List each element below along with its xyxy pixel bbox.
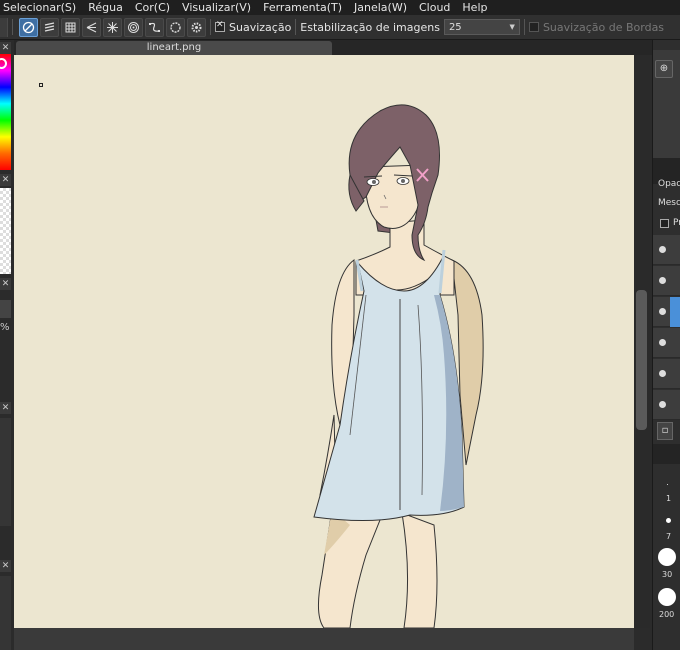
close-icon[interactable]: ✕ <box>0 42 11 54</box>
brush-size-cell[interactable]: 30 <box>653 544 680 582</box>
eye-icon[interactable] <box>659 277 666 284</box>
document-tab[interactable]: lineart.png <box>16 41 332 55</box>
menu-ruler[interactable]: Régua <box>82 0 129 15</box>
stabilization-value: 25 <box>448 21 462 33</box>
selected-layer-highlight <box>670 297 680 327</box>
edge-smoothing-label: Suavização de Bordas <box>542 20 665 34</box>
smoothing-checkbox[interactable] <box>215 20 225 32</box>
color-wheel[interactable] <box>0 54 11 170</box>
grid-icon[interactable] <box>61 17 80 37</box>
perspective-icon[interactable] <box>82 17 101 37</box>
smoothing-label: Suavização <box>229 20 292 34</box>
ruler-off-icon[interactable] <box>19 17 38 37</box>
eye-icon[interactable] <box>659 246 666 253</box>
illustration <box>313 104 484 628</box>
brush-size-label: 1 <box>666 494 672 503</box>
zoom-icon[interactable]: ⊕ <box>655 60 673 78</box>
brush-size-label: 30 <box>662 570 673 579</box>
circle-icon[interactable] <box>166 17 185 37</box>
right-panel-strip: ⊕ Opacid Mescla Pr ▫ 1 7 30 200 <box>652 40 680 650</box>
layer-row[interactable] <box>653 235 680 265</box>
toolbar-divider <box>295 19 297 35</box>
menu-cloud[interactable]: Cloud <box>413 0 456 15</box>
layer-row[interactable] <box>653 390 680 420</box>
edge-smoothing-checkbox[interactable] <box>528 22 539 32</box>
menu-help[interactable]: Help <box>456 0 493 15</box>
protect-alpha-label: Pr <box>673 218 680 228</box>
layer-row[interactable] <box>653 266 680 296</box>
scrollbar-thumb[interactable] <box>636 290 647 430</box>
blend-mode-label: Mescla <box>658 198 680 208</box>
canvas-horizontal-scrollbar[interactable] <box>14 628 634 650</box>
brush-size-cell[interactable]: 200 <box>653 582 680 624</box>
menu-view[interactable]: Visualizar(V) <box>176 0 257 15</box>
menu-window[interactable]: Janela(W) <box>348 0 413 15</box>
concentric-icon[interactable] <box>124 17 143 37</box>
brush-size-field[interactable] <box>0 300 11 318</box>
gear-icon[interactable] <box>187 17 206 37</box>
close-icon[interactable]: ✕ <box>0 402 11 414</box>
radial-icon[interactable] <box>103 17 122 37</box>
panel-divider <box>653 444 680 464</box>
toolbar-handle <box>0 17 8 37</box>
curve-icon[interactable] <box>145 17 164 37</box>
brush-size-dot <box>658 588 676 606</box>
toolbar-divider <box>523 19 525 35</box>
toolbar-divider <box>12 19 13 35</box>
layer-row[interactable] <box>653 328 680 358</box>
opacity-percent-label: % <box>0 322 10 333</box>
stabilization-label: Estabilização de imagens <box>300 20 440 34</box>
parallel-lines-icon[interactable] <box>40 17 59 37</box>
opacity-label: Opacid <box>658 179 680 189</box>
chevron-down-icon: ▼ <box>509 23 515 31</box>
close-icon[interactable]: ✕ <box>0 174 11 186</box>
color-palette-preview[interactable] <box>0 188 11 274</box>
navigator-panel <box>0 576 11 650</box>
brush-size-dot <box>666 518 671 523</box>
close-icon[interactable]: ✕ <box>0 278 11 290</box>
protect-alpha-checkbox[interactable] <box>660 219 669 228</box>
brush-size-label: 7 <box>666 532 672 541</box>
stabilization-select[interactable]: 25 ▼ <box>443 19 520 35</box>
menu-color[interactable]: Cor(C) <box>129 0 176 15</box>
menu-bar: Selecionar(S) Régua Cor(C) Visualizar(V)… <box>0 0 680 15</box>
app-window: Selecionar(S) Régua Cor(C) Visualizar(V)… <box>0 0 680 650</box>
tool-options-bar: Suavização Estabilização de imagens 25 ▼… <box>0 15 680 40</box>
left-panel-strip: ✕ ✕ ✕ % ✕ ✕ <box>0 40 11 650</box>
eye-icon[interactable] <box>659 308 666 315</box>
brush-size-dot <box>667 484 668 485</box>
toolbar-divider <box>210 19 211 35</box>
drawing-canvas[interactable] <box>14 55 634 628</box>
brush-size-dot <box>658 548 676 566</box>
brush-size-cell[interactable]: 1 <box>653 468 680 506</box>
menu-tool[interactable]: Ferramenta(T) <box>257 0 348 15</box>
document-tab-bar: lineart.png <box>14 40 652 55</box>
menu-select[interactable]: Selecionar(S) <box>0 0 82 15</box>
close-icon[interactable]: ✕ <box>0 560 11 572</box>
canvas-vertical-scrollbar[interactable] <box>634 55 650 628</box>
layer-row[interactable] <box>653 359 680 389</box>
layer-row-selected[interactable] <box>653 297 680 327</box>
brush-size-label: 200 <box>659 610 675 619</box>
new-layer-icon[interactable]: ▫ <box>657 422 673 440</box>
tool-panel <box>0 418 11 526</box>
eye-icon[interactable] <box>659 401 666 408</box>
eye-icon[interactable] <box>659 370 666 377</box>
eye-icon[interactable] <box>659 339 666 346</box>
brush-size-cell[interactable]: 7 <box>653 506 680 544</box>
